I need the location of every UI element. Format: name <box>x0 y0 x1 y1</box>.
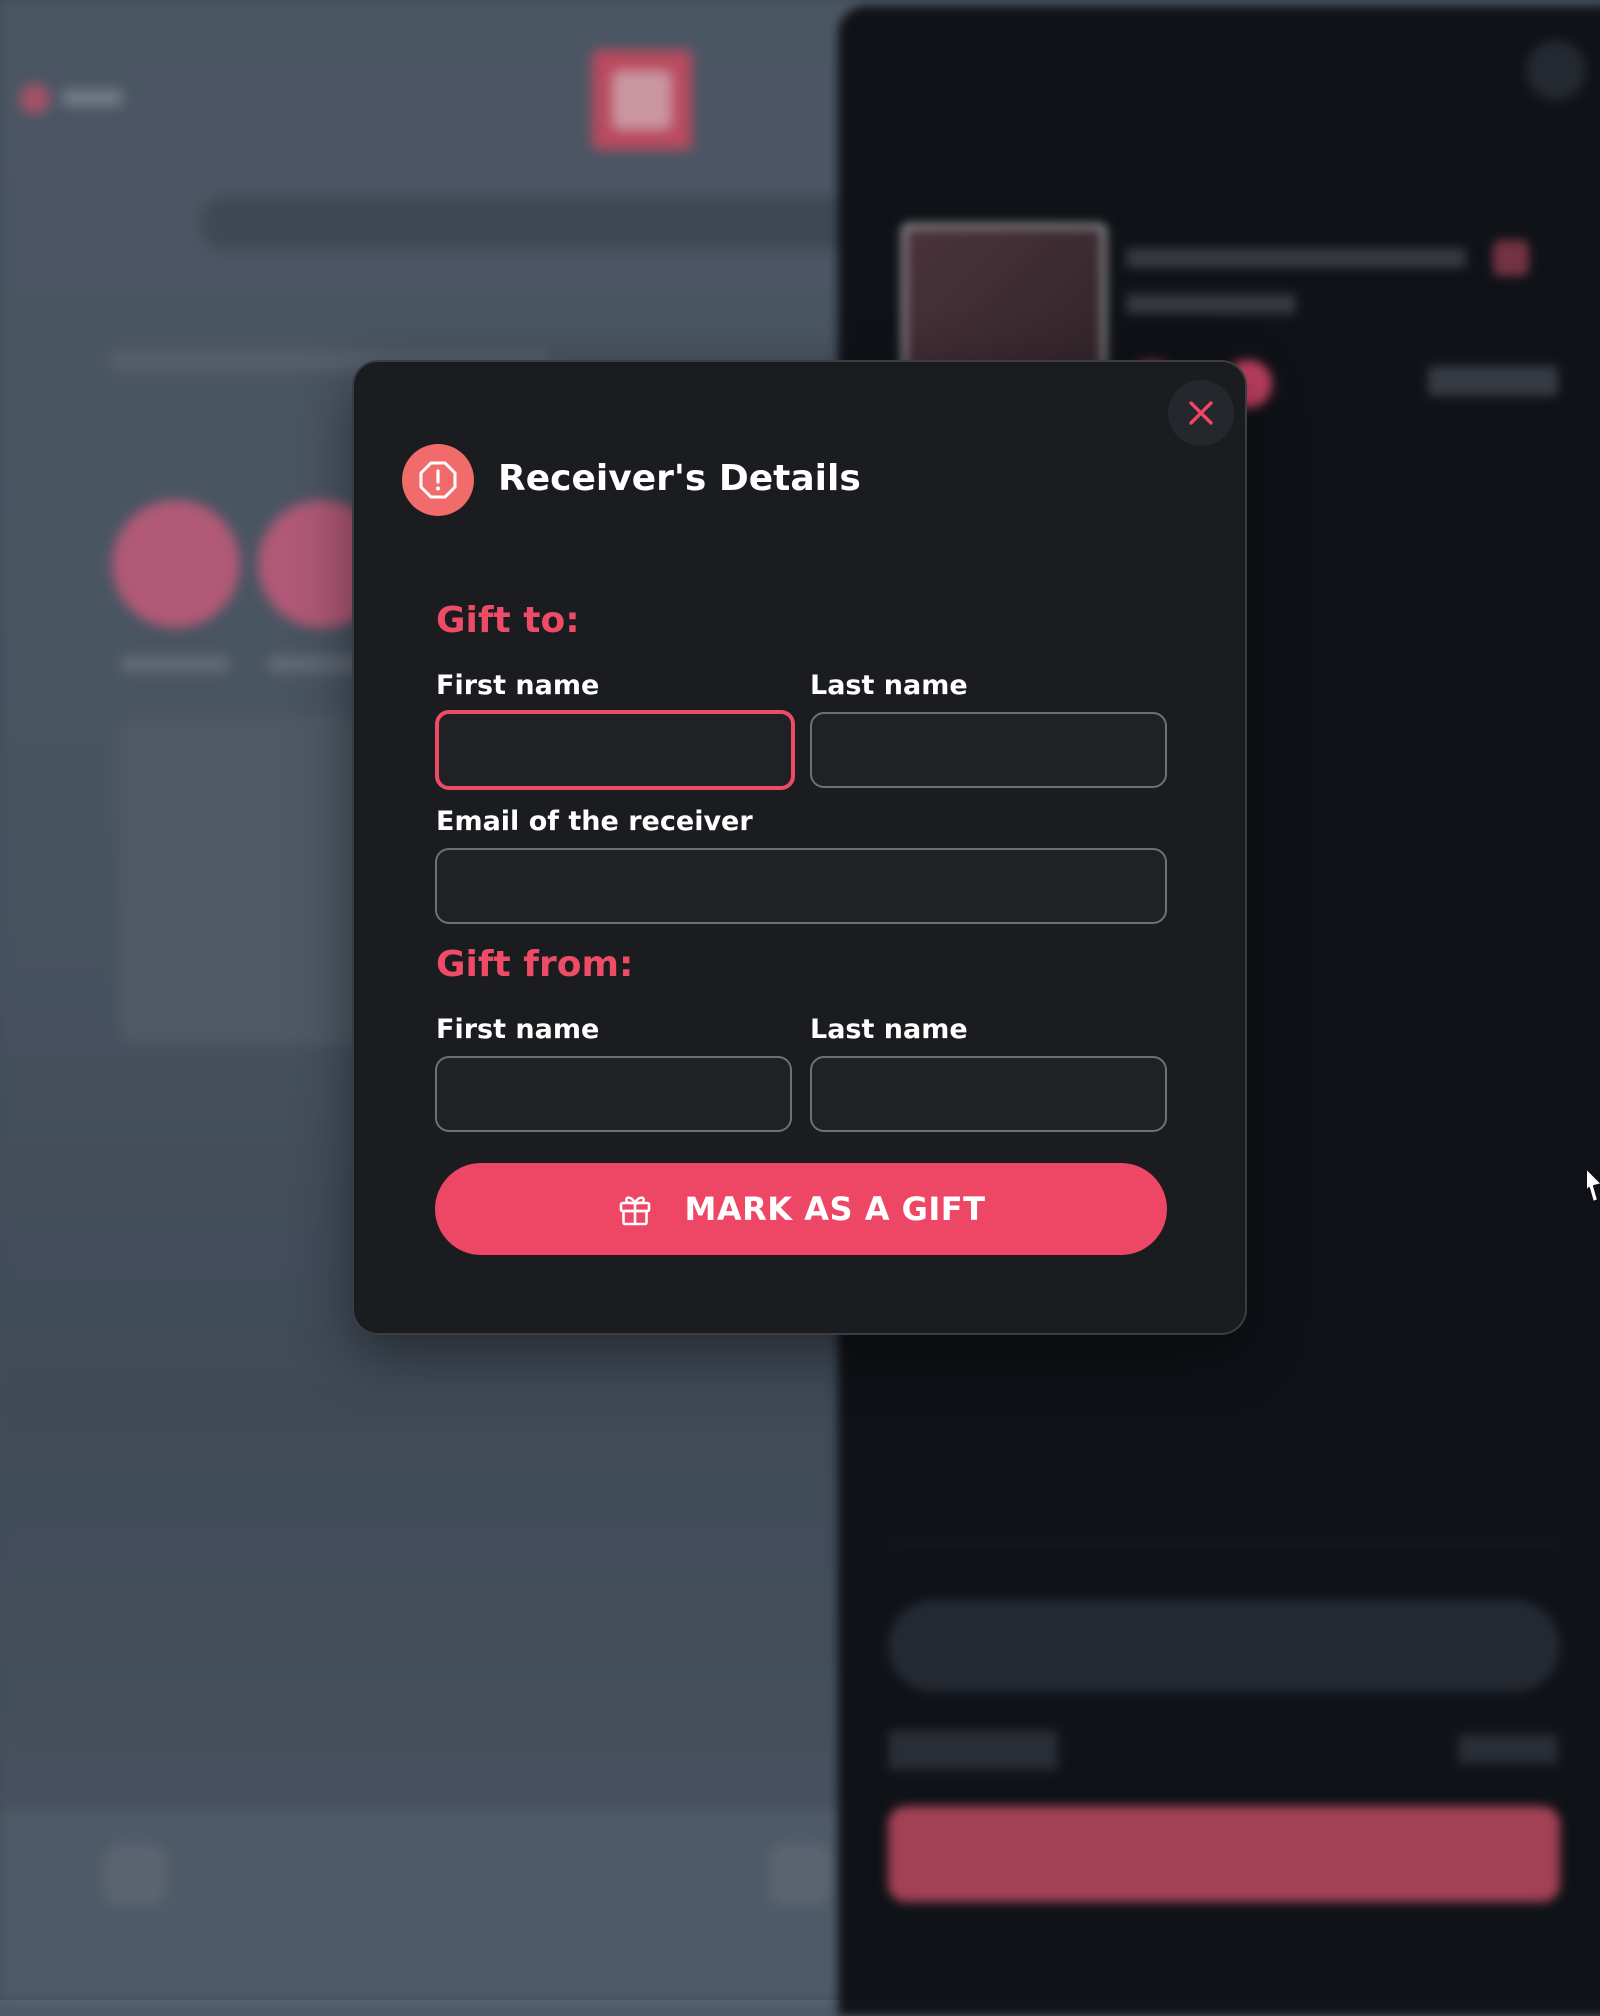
email-label: Email of the receiver <box>436 806 753 837</box>
to-last-name-input[interactable] <box>810 712 1167 788</box>
to-first-name-label: First name <box>436 670 600 701</box>
gift-from-heading: Gift from: <box>436 944 634 985</box>
to-last-name-label: Last name <box>810 670 968 701</box>
from-last-name-label: Last name <box>810 1014 968 1045</box>
mouse-cursor-icon <box>1585 1167 1600 1203</box>
header-alert-badge <box>402 444 474 516</box>
to-first-name-input[interactable] <box>435 710 795 790</box>
receiver-email-input[interactable] <box>435 848 1167 924</box>
receivers-details-modal: Receiver's Details Gift to: First name L… <box>352 360 1247 1335</box>
modal-title: Receiver's Details <box>498 458 861 499</box>
gift-to-heading: Gift to: <box>436 600 580 641</box>
alert-octagon-icon <box>419 461 457 499</box>
from-last-name-input[interactable] <box>810 1056 1167 1132</box>
from-first-name-label: First name <box>436 1014 600 1045</box>
close-button[interactable] <box>1168 380 1234 446</box>
mark-as-gift-label: MARK AS A GIFT <box>684 1190 986 1228</box>
mark-as-gift-button[interactable]: MARK AS A GIFT <box>435 1163 1167 1255</box>
gift-icon <box>619 1196 650 1226</box>
close-icon <box>1189 401 1213 425</box>
from-first-name-input[interactable] <box>435 1056 792 1132</box>
